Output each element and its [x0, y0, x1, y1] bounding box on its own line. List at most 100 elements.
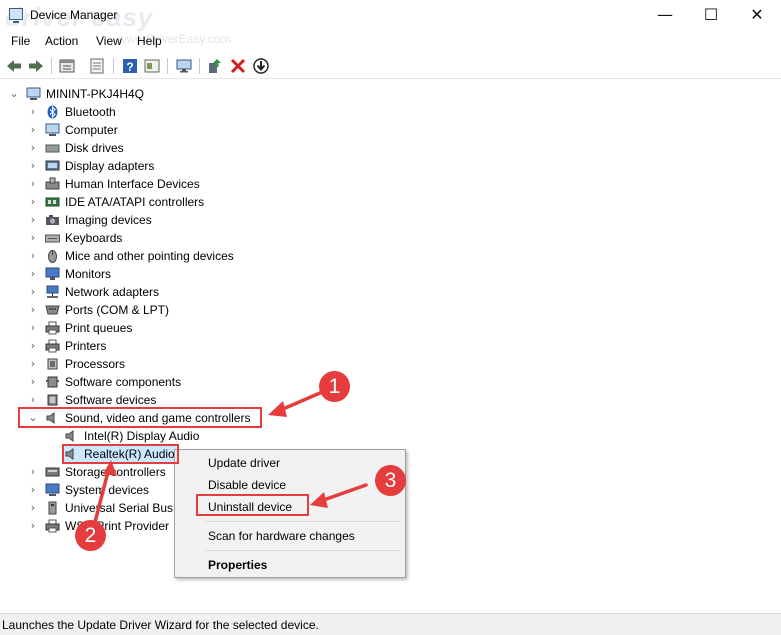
expand-chevron-icon[interactable]: › [27, 285, 39, 299]
tree-category[interactable]: › Mice and other pointing devices [0, 247, 781, 265]
expand-chevron-icon[interactable]: › [27, 213, 39, 227]
storage-controller-icon [45, 467, 60, 477]
step-badge-2: 2 [75, 520, 106, 551]
camera-icon [46, 215, 59, 225]
expand-chevron-icon[interactable]: › [27, 375, 39, 389]
tree-category[interactable]: › IDE ATA/ATAPI controllers [0, 193, 781, 211]
tree-category-label: Network adapters [65, 285, 160, 299]
menu-action[interactable]: Action [45, 34, 78, 48]
tree-category[interactable]: › Bluetooth [0, 103, 781, 121]
expand-chevron-icon[interactable]: › [27, 357, 39, 371]
toolbar-separator [199, 58, 200, 74]
step-badge-1: 1 [319, 371, 350, 402]
details-icon[interactable] [143, 57, 161, 75]
highlight-box-sound-category [18, 407, 262, 428]
expand-chevron-icon[interactable]: › [27, 339, 39, 353]
menu-view[interactable]: View [96, 34, 122, 48]
close-button[interactable]: ✕ [734, 0, 780, 30]
port-icon [45, 305, 60, 315]
print-queue-icon [45, 321, 60, 335]
tree-category[interactable]: › Printers [0, 337, 781, 355]
expand-chevron-icon[interactable]: › [27, 159, 39, 173]
printer-icon [45, 519, 60, 533]
tree-category[interactable]: › Print queues [0, 319, 781, 337]
expand-chevron-icon[interactable]: › [27, 393, 39, 407]
menu-item-disable-device[interactable]: Disable device [208, 478, 286, 492]
download-icon[interactable] [252, 57, 270, 75]
menu-help[interactable]: Help [137, 34, 162, 48]
tree-category[interactable]: › Disk drives [0, 139, 781, 157]
tree-category-label: Ports (COM & LPT) [65, 303, 170, 317]
expand-chevron-icon[interactable]: › [27, 465, 39, 479]
tree-category-label: Storage controllers [65, 465, 166, 479]
collapse-chevron-icon[interactable]: ⌄ [8, 87, 20, 101]
help-icon[interactable]: ? [121, 57, 139, 75]
properties-icon[interactable] [58, 57, 76, 75]
mouse-icon [48, 250, 57, 263]
expand-chevron-icon[interactable]: › [27, 249, 39, 263]
monitor-icon [45, 267, 60, 280]
expand-chevron-icon[interactable]: › [27, 501, 39, 515]
back-icon[interactable] [5, 57, 23, 75]
tree-category[interactable]: › Imaging devices [0, 211, 781, 229]
keyboard-icon [45, 234, 60, 243]
expand-chevron-icon[interactable]: › [27, 267, 39, 281]
tree-root[interactable]: ⌄ MININT-PKJ4H4Q [0, 85, 781, 103]
network-adapter-icon [46, 285, 59, 298]
disk-drive-icon [45, 144, 60, 153]
forward-icon[interactable] [27, 57, 45, 75]
expand-chevron-icon[interactable]: › [27, 321, 39, 335]
tree-category-label: Software components [65, 375, 182, 389]
expand-chevron-icon[interactable]: › [27, 105, 39, 119]
expand-chevron-icon[interactable]: › [27, 303, 39, 317]
add-legacy-icon[interactable] [206, 57, 224, 75]
expand-chevron-icon[interactable]: › [27, 195, 39, 209]
tree-category[interactable]: › Processors [0, 355, 781, 373]
menu-separator [205, 521, 401, 522]
tree-category[interactable]: › Human Interface Devices [0, 175, 781, 193]
tree-category-label: Printers [65, 339, 107, 353]
tree-device[interactable]: Intel(R) Display Audio [0, 427, 781, 445]
minimize-button[interactable]: — [642, 0, 688, 30]
tree-category-label: Mice and other pointing devices [65, 249, 234, 263]
tree-category-label: Computer [65, 123, 118, 137]
hid-icon [45, 177, 60, 190]
status-bar: Launches the Update Driver Wizard for th… [0, 613, 781, 635]
device-manager-icon [9, 8, 23, 23]
title-bar: driver easy www.DriverEasy.com Device Ma… [0, 0, 781, 46]
menu-item-scan-hardware[interactable]: Scan for hardware changes [208, 529, 355, 543]
menu-item-properties[interactable]: Properties [208, 558, 267, 572]
tree-category[interactable]: › Ports (COM & LPT) [0, 301, 781, 319]
expand-chevron-icon[interactable]: › [27, 483, 39, 497]
menu-bar: File Action View Help [0, 31, 781, 52]
expand-chevron-icon[interactable]: › [27, 231, 39, 245]
uninstall-icon[interactable] [229, 57, 247, 75]
bluetooth-icon [47, 105, 58, 119]
toolbar-separator [51, 58, 52, 74]
tree-category[interactable]: › Computer [0, 121, 781, 139]
expand-chevron-icon[interactable]: › [27, 141, 39, 155]
system-device-icon [45, 483, 60, 496]
expand-chevron-icon[interactable]: › [27, 123, 39, 137]
ide-controller-icon [45, 197, 60, 207]
tree-category[interactable]: › Network adapters [0, 283, 781, 301]
software-device-icon [47, 394, 58, 406]
tree-category-label: Human Interface Devices [65, 177, 200, 191]
tree-category-label: System devices [65, 483, 150, 497]
tree-category[interactable]: › Monitors [0, 265, 781, 283]
expand-chevron-icon[interactable]: › [27, 177, 39, 191]
tree-category-label: Print queues [65, 321, 133, 335]
maximize-button[interactable]: ☐ [688, 0, 734, 30]
monitor-icon[interactable] [175, 57, 193, 75]
menu-file[interactable]: File [11, 34, 30, 48]
usb-icon [48, 501, 57, 515]
tree-category-label: Monitors [65, 267, 112, 281]
tree-category[interactable]: › Display adapters [0, 157, 781, 175]
expand-chevron-icon[interactable]: › [27, 519, 39, 533]
tree-category[interactable]: › Software components [0, 373, 781, 391]
tree-category[interactable]: › Keyboards [0, 229, 781, 247]
menu-item-update-driver[interactable]: Update driver [208, 456, 280, 470]
status-text: Launches the Update Driver Wizard for th… [2, 618, 319, 632]
update-driver-icon[interactable] [88, 57, 106, 75]
software-component-icon [46, 376, 59, 388]
